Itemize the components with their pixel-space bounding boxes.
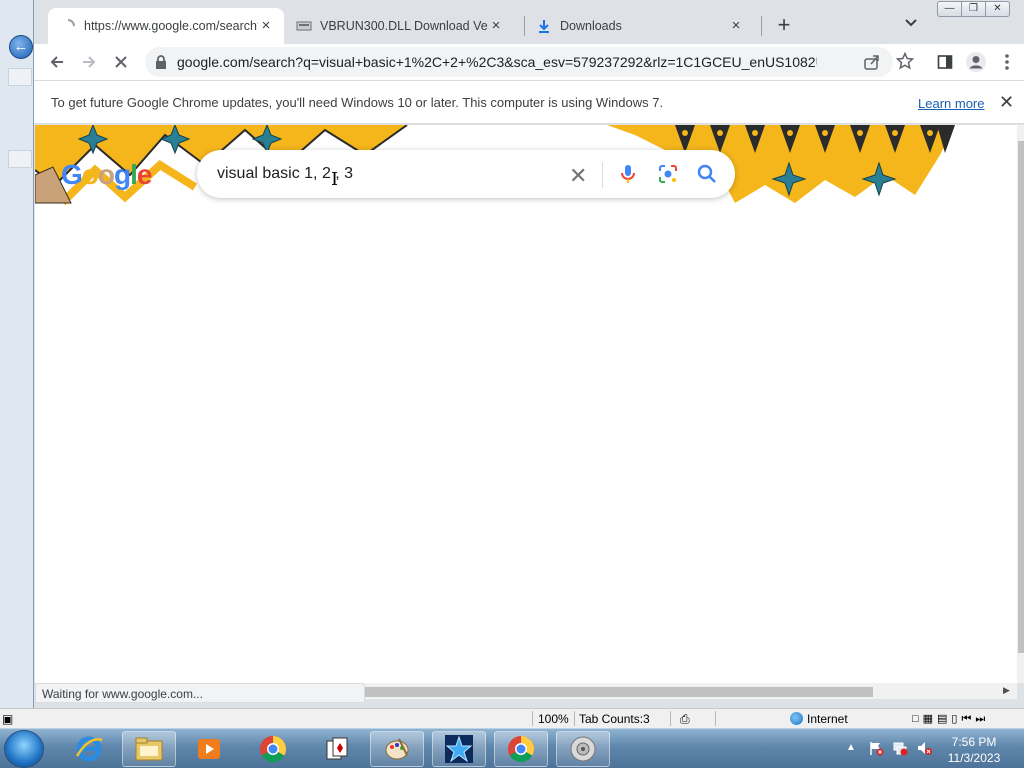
ie-icon[interactable] (62, 731, 116, 767)
ie-toolbar-fragment (8, 68, 32, 86)
volume-muted-icon[interactable] (916, 740, 932, 759)
forward-arrow-icon[interactable] (77, 50, 101, 74)
window-controls: — ❐ ✕ (937, 1, 1010, 18)
ie-zone: Internet (790, 712, 848, 726)
vertical-scrollbar[interactable] (1017, 125, 1024, 683)
search-icon[interactable] (696, 163, 718, 185)
start-button[interactable] (4, 730, 44, 768)
update-infobar: To get future Google Chrome updates, you… (34, 80, 1024, 124)
speaker-app-icon[interactable] (556, 731, 610, 767)
ie-view-controls[interactable]: □▦▤▯⏮⏭ (912, 712, 989, 726)
tab-search-chevron-icon[interactable] (904, 15, 924, 35)
page-content: Google visual basic 1, 2 , 3 ✕ I (35, 125, 1017, 683)
tab-google-search[interactable]: https://www.google.com/search? × (48, 8, 284, 44)
ie-back-button[interactable]: ← (9, 35, 33, 59)
chrome-icon[interactable] (246, 731, 300, 767)
text-cursor-icon: I (331, 169, 339, 190)
dll-icon (296, 18, 312, 34)
ie-menu-fragment (8, 150, 32, 168)
star-app-icon[interactable] (432, 731, 486, 767)
windows-taskbar: ▲ 7:56 PM 11/3/2023 (0, 728, 1024, 768)
media-player-icon[interactable] (182, 731, 236, 767)
tab-strip: https://www.google.com/search? × VBRUN30… (34, 0, 1024, 44)
tab-downloads[interactable]: Downloads × (524, 8, 754, 44)
ie-printer-icon[interactable]: ⎙ (680, 712, 690, 727)
new-tab-button[interactable]: + (772, 14, 796, 38)
profile-avatar-icon[interactable] (964, 50, 988, 74)
minimize-button[interactable]: — (937, 1, 962, 17)
action-center-flag-icon[interactable] (868, 740, 884, 759)
infobar-message: To get future Google Chrome updates, you… (51, 95, 664, 110)
side-panel-icon[interactable] (933, 50, 957, 74)
chrome-toolbar: google.com/search?q=visual+basic+1%2C+2+… (34, 44, 1024, 80)
clock-time: 7:56 PM (951, 735, 997, 749)
back-arrow-icon[interactable] (45, 50, 69, 74)
paint-icon[interactable] (370, 731, 424, 767)
ie-status-bar: ▣ 100% Tab Counts:3 ⎙ Internet □▦▤▯⏮⏭ (0, 708, 1024, 728)
download-icon (536, 18, 552, 34)
close-window-button[interactable]: ✕ (985, 1, 1010, 17)
stop-loading-icon[interactable] (109, 50, 133, 74)
ie-zoom-level[interactable]: 100% (538, 712, 569, 726)
clock-date: 11/3/2023 (947, 751, 1001, 765)
chrome-icon[interactable] (494, 731, 548, 767)
learn-more-link[interactable]: Learn more (918, 96, 984, 111)
tab-title: VBRUN300.DLL Download Versio (320, 19, 488, 33)
chrome-menu-icon[interactable] (995, 50, 1019, 74)
ie-tab-count: Tab Counts:3 (579, 712, 650, 726)
network-icon[interactable] (892, 740, 908, 759)
ie-zone-label: Internet (807, 712, 848, 726)
tab-title: https://www.google.com/search? (84, 19, 258, 33)
lock-icon[interactable] (155, 55, 167, 72)
clear-search-icon[interactable]: ✕ (569, 163, 587, 189)
share-icon[interactable] (863, 53, 881, 74)
microphone-icon[interactable] (617, 163, 639, 185)
search-box[interactable]: visual basic 1, 2 , 3 ✕ (197, 150, 735, 198)
explorer-icon[interactable] (122, 731, 176, 767)
lens-camera-icon[interactable] (657, 163, 679, 185)
show-hidden-icons-icon[interactable]: ▲ (846, 742, 856, 753)
close-infobar-icon[interactable]: ✕ (999, 92, 1014, 113)
tab-vbrun300[interactable]: VBRUN300.DLL Download Versio × (284, 8, 514, 44)
bookmark-star-icon[interactable] (895, 51, 915, 73)
system-clock[interactable]: 7:56 PM 11/3/2023 (944, 734, 1004, 766)
close-tab-icon[interactable]: × (488, 18, 504, 34)
chrome-window: https://www.google.com/search? × VBRUN30… (33, 0, 1024, 708)
tab-title: Downloads (560, 19, 622, 33)
globe-icon (790, 712, 803, 725)
loading-status: Waiting for www.google.com... (35, 683, 365, 703)
google-logo[interactable]: Google (61, 159, 152, 191)
close-tab-icon[interactable]: × (258, 18, 274, 34)
close-tab-icon[interactable]: × (728, 18, 744, 34)
maximize-button[interactable]: ❐ (961, 1, 986, 17)
loading-icon (60, 18, 76, 34)
game-icon[interactable] (310, 731, 364, 767)
address-bar[interactable]: google.com/search?q=visual+basic+1%2C+2+… (145, 47, 893, 77)
ie-page-icon: ▣ (2, 712, 14, 726)
address-url[interactable]: google.com/search?q=visual+basic+1%2C+2+… (177, 54, 817, 70)
